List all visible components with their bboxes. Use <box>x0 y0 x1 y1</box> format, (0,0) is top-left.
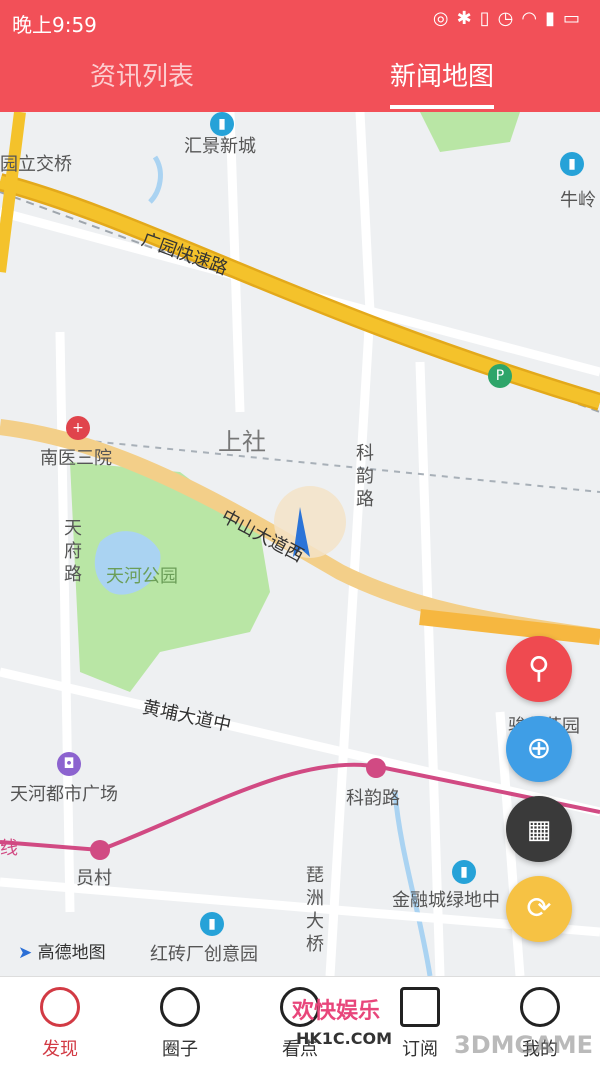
profile-icon <box>520 987 560 1027</box>
yuancun-station-marker <box>90 840 110 860</box>
tab-news-map[interactable]: 新闻地图 <box>390 56 495 109</box>
battery-icon: ▭ <box>562 8 588 29</box>
map-label-finance-green: 金融城绿地中 <box>392 890 500 911</box>
nav-circle-label: 圈子 <box>162 1039 198 1060</box>
locate-fab-button[interactable]: ⊕ <box>506 716 572 782</box>
discover-icon <box>40 987 80 1027</box>
map-label-yuancun: 员村 <box>76 868 112 889</box>
vibrate-icon: ▯ <box>479 8 498 29</box>
circle-icon <box>160 987 200 1027</box>
grid-icon: ▦ <box>526 815 552 845</box>
niuling-poi-icon[interactable]: ▮ <box>560 152 584 176</box>
search-fab-button[interactable]: ⚲ <box>506 636 572 702</box>
refresh-icon: ⟳ <box>526 891 552 926</box>
watermark-site-cn: 欢快娱乐 <box>292 999 381 1024</box>
locate-icon: ⊕ <box>526 731 552 766</box>
wifi-icon: ◠ <box>521 8 546 29</box>
hospital-icon[interactable]: + <box>66 416 90 440</box>
amap-attribution-text: 高德地图 <box>37 943 106 963</box>
nav-discover[interactable]: 发现 <box>10 987 110 1061</box>
map-label-keyun-road: 科韵路 <box>356 443 374 510</box>
subscribe-icon <box>400 987 440 1027</box>
status-bar: 晚上9:59 ◎✱▯◷◠▮▭ <box>0 0 600 42</box>
status-time: 晚上9:59 <box>12 13 97 37</box>
map-label-tianhe-park: 天河公园 <box>106 566 178 587</box>
watermark-brand: 3DMGAME <box>454 1031 594 1059</box>
tab-news-list-label: 资讯列表 <box>90 62 195 92</box>
map-label-nanyi: 南医三院 <box>40 448 112 469</box>
map-label-line-edge: 线 <box>0 838 18 859</box>
nav-circle[interactable]: 圈子 <box>130 987 230 1061</box>
refresh-fab-button[interactable]: ⟳ <box>506 876 572 942</box>
map-attribution: ➤ 高德地图 <box>18 938 106 963</box>
tab-news-list[interactable]: 资讯列表 <box>90 56 194 93</box>
hongzhuan-poi-icon[interactable]: ▮ <box>200 912 224 936</box>
map-label-pipa-bridge: 琵洲大桥 <box>306 865 324 955</box>
amap-logo-icon: ➤ <box>18 943 33 963</box>
signal-icon: ▮ <box>545 8 563 29</box>
park-area-top <box>420 112 520 152</box>
finance-poi-icon[interactable]: ▮ <box>452 860 476 884</box>
map-label-huijing: 汇景新城 <box>184 136 256 157</box>
status-icons: ◎✱▯◷◠▮▭ <box>433 8 588 29</box>
map-label-tianfu: 天府路 <box>64 518 82 585</box>
clock-icon: ◷ <box>497 8 522 29</box>
stream-top <box>148 155 163 204</box>
active-tab-indicator <box>390 105 495 109</box>
tab-news-map-label: 新闻地图 <box>390 62 495 92</box>
bottom-navigation: 发现 圈子 看点 订阅 我的 欢快娱乐 HK1C.COM 3DMGAME <box>0 976 600 1068</box>
map-label-tianhe-mall: 天河都市广场 <box>10 784 118 805</box>
news-map[interactable]: ▮ + P ◘ ▮ ▮ ▮ 汇景新城 园立交桥 广园快速路 牛岭 上社 南医三院… <box>0 112 600 976</box>
bluetooth-icon: ✱ <box>456 8 480 29</box>
zhongshan-avenue-east <box>419 609 600 645</box>
stream-bottom <box>392 791 433 976</box>
map-label-shangshe: 上社 <box>218 428 266 456</box>
shopping-icon[interactable]: ◘ <box>57 752 81 776</box>
alarm-icon: ◎ <box>432 8 457 29</box>
layers-fab-button[interactable]: ▦ <box>506 796 572 862</box>
top-tab-bar: 资讯列表 新闻地图 <box>0 42 600 112</box>
map-label-keyun-station: 科韵路 <box>346 788 400 809</box>
keyun-station-marker <box>366 758 386 778</box>
nav-discover-label: 发现 <box>42 1039 78 1060</box>
parking-icon[interactable]: P <box>488 364 512 388</box>
map-label-liyuan-bridge: 园立交桥 <box>0 154 72 175</box>
map-label-hongzhuan: 红砖厂创意园 <box>150 944 258 965</box>
search-icon: ⚲ <box>528 651 550 686</box>
watermark-site-url: HK1C.COM <box>296 1029 393 1048</box>
map-label-niuling: 牛岭 <box>560 190 596 211</box>
